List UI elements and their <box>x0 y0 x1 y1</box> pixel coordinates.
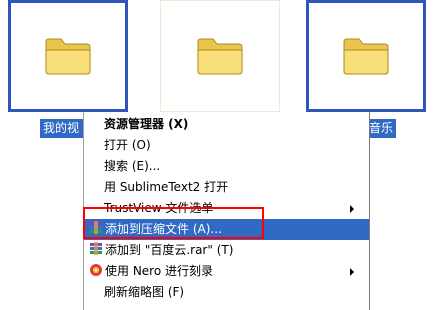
folder-icon <box>197 38 243 75</box>
menu-item-open-with-sublime[interactable]: 用 SublimeText2 打开 <box>84 177 369 198</box>
menu-item-label: TrustView 文件选单 <box>104 201 214 215</box>
menu-item-label: 搜索 (E)... <box>104 159 161 173</box>
menu-item-add-to-rar[interactable]: 添加到 "百度云.rar" (T) <box>84 240 369 261</box>
winrar-icon <box>89 242 103 256</box>
winrar-icon <box>89 221 103 235</box>
context-menu: 资源管理器 (X) 打开 (O) 搜索 (E)... 用 SublimeText… <box>83 112 370 310</box>
menu-item-nero-burn[interactable]: 使用 Nero 进行刻录 <box>84 261 369 282</box>
folder-label-3[interactable]: 音乐 <box>366 119 396 138</box>
folder-icon <box>45 38 91 75</box>
folder-tile-2[interactable] <box>160 0 280 112</box>
menu-item-label: 用 SublimeText2 打开 <box>104 180 229 194</box>
menu-item-label: 刷新缩略图 (F) <box>104 285 185 299</box>
menu-item-open[interactable]: 打开 (O) <box>84 135 369 156</box>
folder-tile-1[interactable] <box>8 0 128 112</box>
menu-item-label: 添加到 "百度云.rar" (T) <box>105 243 234 257</box>
menu-item-label: 资源管理器 (X) <box>104 117 189 131</box>
nero-icon <box>89 263 103 277</box>
menu-item-explorer[interactable]: 资源管理器 (X) <box>84 114 369 135</box>
submenu-arrow-icon <box>350 205 354 213</box>
menu-item-label: 打开 (O) <box>104 138 151 152</box>
menu-item-refresh-thumbnail[interactable]: 刷新缩略图 (F) <box>84 282 369 303</box>
menu-item-trustview[interactable]: TrustView 文件选单 <box>84 198 369 219</box>
menu-item-search[interactable]: 搜索 (E)... <box>84 156 369 177</box>
submenu-arrow-icon <box>350 268 354 276</box>
folder-tile-3[interactable] <box>306 0 426 112</box>
menu-item-add-to-archive[interactable]: 添加到压缩文件 (A)... <box>84 219 369 240</box>
menu-item-label: 使用 Nero 进行刻录 <box>105 264 214 278</box>
menu-item-label: 添加到压缩文件 (A)... <box>105 222 222 236</box>
folder-icon <box>343 38 389 75</box>
